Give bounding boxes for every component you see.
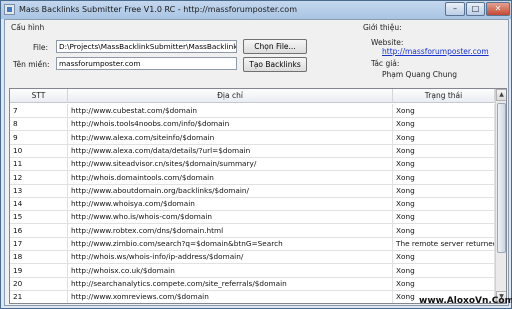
author-label: Tác giả: xyxy=(371,59,400,68)
cell-address: http://whois.ws/whois-info/ip-address/$d… xyxy=(68,250,393,265)
cell-stt: 21 xyxy=(10,290,68,303)
cell-stt: 17 xyxy=(10,237,68,251)
cell-stt: 11 xyxy=(10,157,68,172)
column-header-stt[interactable]: STT xyxy=(10,89,68,103)
close-button[interactable]: ✕ xyxy=(486,2,510,16)
cell-stt: 9 xyxy=(10,130,68,145)
scroll-up-icon[interactable]: ▲ xyxy=(496,89,506,101)
cell-address: http://whois.tools4noobs.com/info/$domai… xyxy=(68,117,393,132)
minimize-button[interactable]: – xyxy=(445,2,465,16)
watermark-text: www.AloxoVn.Com xyxy=(419,296,512,306)
table-row[interactable]: 12 http://whois.domaintools.com/$domain Xo… xyxy=(10,170,495,185)
table-row[interactable]: 16 http://www.robtex.com/dns/$domain.html… xyxy=(10,223,495,238)
maximize-button[interactable]: □ xyxy=(466,2,485,16)
table-row[interactable]: 13 http://www.aboutdomain.org/backlinks/$… xyxy=(10,183,495,198)
cell-stt: 8 xyxy=(10,117,68,132)
create-backlinks-button[interactable]: Tạo Backlinks xyxy=(243,57,307,72)
table-row[interactable]: 10 http://www.alexa.com/data/details/?url… xyxy=(10,143,495,158)
cell-stt: 10 xyxy=(10,143,68,158)
choose-file-button[interactable]: Chọn File... xyxy=(243,39,307,54)
website-label: Website: xyxy=(371,38,404,47)
author-name: Phạm Quang Chung xyxy=(382,70,457,79)
file-label: File: xyxy=(33,43,49,52)
cell-address: http://www.alexa.com/data/details/?url=$… xyxy=(68,143,393,158)
table-row[interactable]: 20 http://searchanalytics.compete.com/sit… xyxy=(10,276,495,291)
title-bar[interactable]: Mass Backlinks Submitter Free V1.0 RC - … xyxy=(1,1,511,19)
file-path-field[interactable]: D:\Projects\MassBacklinkSubmitter\MassBa… xyxy=(56,40,237,53)
cell-address: http://whoisx.co.uk/$domain xyxy=(68,263,393,278)
cell-status: The remote server returned ... xyxy=(393,237,495,251)
table-row[interactable]: 7 http://www.cubestat.com/$domain Xong xyxy=(10,104,495,118)
cell-status: Xong xyxy=(393,157,495,172)
cell-status: Xong xyxy=(393,276,495,291)
window-title: Mass Backlinks Submitter Free V1.0 RC - … xyxy=(19,5,297,14)
cell-status: Xong xyxy=(393,130,495,145)
table-row[interactable]: 14 http://www.whoisya.com/$domain Xong xyxy=(10,197,495,212)
cell-status: Xong xyxy=(393,250,495,265)
cell-address: http://www.robtex.com/dns/$domain.html xyxy=(68,223,393,238)
cell-stt: 12 xyxy=(10,170,68,185)
cell-status: Xong xyxy=(393,263,495,278)
scroll-thumb[interactable] xyxy=(497,103,506,253)
cell-stt: 13 xyxy=(10,183,68,198)
cell-status: Xong xyxy=(393,183,495,198)
cell-address: http://whois.domaintools.com/$domain xyxy=(68,170,393,185)
cell-address: http://www.alexa.com/siteinfo/$domain xyxy=(68,130,393,145)
cell-stt: 7 xyxy=(10,104,68,118)
column-header-address[interactable]: Địa chỉ xyxy=(68,89,393,103)
cell-address: http://searchanalytics.compete.com/site_… xyxy=(68,276,393,291)
app-icon xyxy=(4,4,15,15)
cell-stt: 16 xyxy=(10,223,68,238)
website-link[interactable]: http://massforumposter.com xyxy=(382,47,489,56)
cell-address: http://www.cubestat.com/$domain xyxy=(68,104,393,118)
cell-status: Xong xyxy=(393,117,495,132)
cell-stt: 14 xyxy=(10,197,68,212)
table-row[interactable]: 18 http://whois.ws/whois-info/ip-address/… xyxy=(10,250,495,265)
table-row[interactable]: 8 http://whois.tools4noobs.com/info/$doma… xyxy=(10,117,495,132)
cell-status: Xong xyxy=(393,223,495,238)
config-group-title: Cấu hình xyxy=(11,23,45,32)
table-row[interactable]: 17 http://www.zimbio.com/search?q=$domain… xyxy=(10,237,495,251)
column-header-status[interactable]: Trạng thái xyxy=(393,89,495,103)
results-table[interactable]: STT Địa chỉ Trạng thái 7 http://www.cubes… xyxy=(9,88,507,304)
table-row[interactable]: 9 http://www.alexa.com/siteinfo/$domain Xo… xyxy=(10,130,495,145)
main-panel: Cấu hình File: D:\Projects\MassBacklinkS… xyxy=(4,19,509,306)
domain-field[interactable]: massforumposter.com xyxy=(56,57,237,70)
cell-address: http://www.whoisya.com/$domain xyxy=(68,197,393,212)
table-header: STT Địa chỉ Trạng thái xyxy=(10,89,495,103)
cell-address: http://www.xomreviews.com/$domain xyxy=(68,290,393,303)
cell-status: Xong xyxy=(393,104,495,118)
cell-address: http://www.siteadvisor.cn/sites/$domain/… xyxy=(68,157,393,172)
intro-group-title: Giới thiệu: xyxy=(363,23,402,32)
cell-address: http://www.who.is/whois-com/$domain xyxy=(68,210,393,225)
cell-status: Xong xyxy=(393,197,495,212)
cell-stt: 19 xyxy=(10,263,68,278)
table-row[interactable]: 19 http://whoisx.co.uk/$domain Xong xyxy=(10,263,495,278)
cell-status: Xong xyxy=(393,143,495,158)
cell-address: http://www.zimbio.com/search?q=$domain&b… xyxy=(68,237,393,251)
domain-label: Tên miền: xyxy=(13,60,50,69)
table-row[interactable]: 15 http://www.who.is/whois-com/$domain Xon… xyxy=(10,210,495,225)
cell-status: Xong xyxy=(393,170,495,185)
app-window: Mass Backlinks Submitter Free V1.0 RC - … xyxy=(0,0,512,309)
vertical-scrollbar[interactable]: ▲ ▼ xyxy=(495,89,506,303)
cell-address: http://www.aboutdomain.org/backlinks/$do… xyxy=(68,183,393,198)
cell-stt: 20 xyxy=(10,276,68,291)
cell-status: Xong xyxy=(393,210,495,225)
table-row[interactable]: 11 http://www.siteadvisor.cn/sites/$domai… xyxy=(10,157,495,172)
cell-stt: 15 xyxy=(10,210,68,225)
cell-stt: 18 xyxy=(10,250,68,265)
